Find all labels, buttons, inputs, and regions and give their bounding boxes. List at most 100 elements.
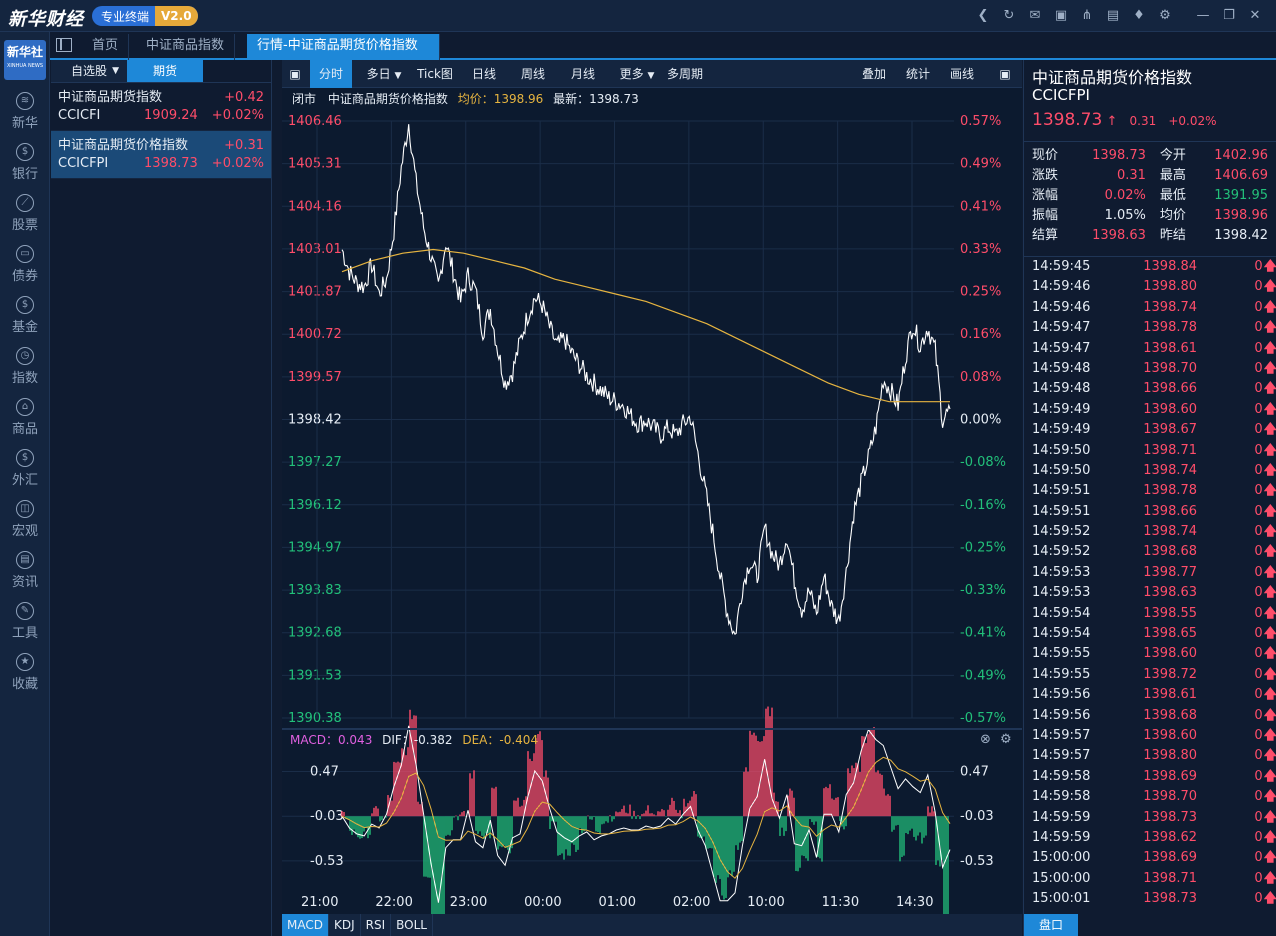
tab-rsi[interactable]: RSI — [361, 914, 392, 936]
time-tick-label: 00:00 — [524, 895, 561, 910]
tab-quote[interactable]: 行情-中证商品期货价格指数✕ — [247, 34, 440, 76]
tab-macd[interactable]: MACD — [282, 914, 329, 936]
btn-multiperiod[interactable]: 多周期 — [664, 60, 706, 88]
price-tick-label: 1399.57 — [288, 370, 342, 385]
up-arrow-icon: 🡅 — [1263, 870, 1276, 886]
refresh-icon[interactable]: ↻ — [998, 7, 1020, 25]
stat-label: 最高 — [1159, 168, 1186, 183]
nav-item-4[interactable]: $ 基金 — [0, 290, 50, 341]
tick-price: 1398.78 — [1143, 483, 1198, 499]
nav-item-11[interactable]: ★ 收藏 — [0, 647, 50, 698]
title-bar-icons: ❮ ↻ ✉ ▣ ⋔ ▤ ♦ ⚙ — ❐ ✕ — [972, 7, 1266, 25]
dropdown-icon[interactable]: ▼ — [112, 60, 119, 82]
tick-row: 14:59:51 1398.78 0 🡅 — [1024, 481, 1276, 501]
tick-time: 14:59:56 — [1032, 707, 1091, 723]
tick-list[interactable]: 14:59:45 1398.84 0 🡅 14:59:46 1398.80 0 🡅 14:59:… — [1024, 256, 1276, 910]
price-tick-label: 1391.53 — [288, 668, 342, 683]
tick-row: 14:59:59 1398.73 0 🡅 — [1024, 808, 1276, 828]
panel-left-icon[interactable]: ▣ — [286, 60, 304, 88]
pct-tick-label: 0.16% — [960, 327, 1001, 342]
gear-icon[interactable]: ⚙ — [1154, 7, 1176, 25]
nav-item-5[interactable]: ◷ 指数 — [0, 341, 50, 392]
btn-multiday[interactable]: 多日 ▼ — [358, 60, 410, 88]
tick-time: 14:59:47 — [1032, 340, 1091, 356]
nav-item-2[interactable]: ⟋ 股票 — [0, 188, 50, 239]
up-arrow-icon: 🡅 — [1263, 707, 1276, 723]
btn-more[interactable]: 更多 ▼ — [612, 60, 662, 88]
nav-item-3[interactable]: ▭ 债券 — [0, 239, 50, 290]
nav-item-0[interactable]: ≋ 新华 — [0, 86, 50, 137]
restore-icon[interactable]: ❐ — [1218, 7, 1240, 25]
nav-item-9[interactable]: ▤ 资讯 — [0, 545, 50, 596]
back-icon[interactable]: ❮ — [972, 7, 994, 25]
btn-weekly[interactable]: 周线 — [510, 60, 556, 88]
price-tick-label: 1390.38 — [288, 711, 342, 726]
tick-time: 14:59:53 — [1032, 585, 1091, 601]
nav-item-8[interactable]: ◫ 宏观 — [0, 494, 50, 545]
mail-icon[interactable]: ✉ — [1024, 7, 1046, 25]
btn-tick[interactable]: Tick图 — [414, 60, 456, 88]
nav-item-10[interactable]: ✎ 工具 — [0, 596, 50, 647]
btn-monthly[interactable]: 月线 — [560, 60, 606, 88]
nav-icon: ▤ — [16, 551, 34, 569]
item-pct: +0.02% — [211, 108, 264, 123]
watch-item[interactable]: 中证商品期货指数 +0.42 CCICFI 1909.24 +0.02% — [51, 83, 271, 131]
nav-item-7[interactable]: $ 外汇 — [0, 443, 50, 494]
stat-value: 1398.63 — [1092, 228, 1146, 243]
nav-item-1[interactable]: $ 银行 — [0, 137, 50, 188]
close-indicator-icon[interactable]: ⊗ — [980, 732, 991, 747]
btn-draw[interactable]: 画线 — [944, 60, 980, 88]
item-code: CCICFI — [58, 108, 101, 123]
up-arrow-icon: 🡅 — [1263, 768, 1276, 784]
price-line — [341, 124, 951, 636]
panel-right-icon[interactable]: ▣ — [994, 60, 1016, 88]
pankou-button[interactable]: 盘口 — [1024, 914, 1078, 936]
time-tick-label: 02:00 — [673, 895, 710, 910]
tick-volume: 0 — [1254, 891, 1263, 907]
btn-overlay[interactable]: 叠加 — [856, 60, 892, 88]
tick-price: 1398.78 — [1143, 320, 1198, 336]
btn-timeshare[interactable]: 分时 — [310, 60, 352, 88]
panel-toggle-icon[interactable] — [56, 38, 72, 52]
pct-tick-label: 0.33% — [960, 242, 1001, 257]
up-arrow-icon: ↑ — [1106, 114, 1118, 129]
item-price: 1909.24 — [144, 108, 198, 123]
gear-icon[interactable]: ⚙ — [1000, 732, 1012, 747]
nav-item-6[interactable]: ⌂ 商品 — [0, 392, 50, 443]
stat-label: 最低 — [1159, 188, 1186, 203]
time-tick-label: 21:00 — [301, 895, 338, 910]
shirt-icon[interactable]: ♦ — [1128, 7, 1150, 25]
price-tick-label: 1397.27 — [288, 455, 342, 470]
watch-item-selected[interactable]: 中证商品期货价格指数 +0.31 CCICFPI 1398.73 +0.02% — [51, 131, 271, 179]
stat-value: 1391.95 — [1214, 188, 1268, 203]
stat-value: 1402.96 — [1214, 148, 1268, 163]
share-icon[interactable]: ⋔ — [1076, 7, 1098, 25]
price-chart[interactable]: 1406.46 0.57% 1405.31 0.49% 1404.16 0.41% 1403… — [282, 88, 1022, 914]
price-tick-label: 1396.12 — [288, 498, 342, 513]
tick-price: 1398.55 — [1143, 605, 1198, 621]
tab-watchlist[interactable]: 自选股 ▼ — [51, 60, 127, 82]
note-icon[interactable]: ▤ — [1102, 7, 1124, 25]
tick-volume: 0 — [1254, 564, 1263, 580]
xinhua-logo: 新华社 XINHUA NEWS — [4, 40, 46, 80]
tick-price: 1398.65 — [1143, 626, 1198, 642]
close-icon[interactable]: ✕ — [1244, 7, 1266, 25]
tick-price: 1398.74 — [1143, 524, 1198, 540]
up-arrow-icon: 🡅 — [1263, 727, 1276, 743]
tab-bar: 首页 中证商品指数 行情-中证商品期货价格指数✕ — [50, 32, 1276, 76]
up-arrow-icon: 🡅 — [1263, 646, 1276, 662]
minimize-icon[interactable]: — — [1192, 7, 1214, 25]
macd-tick-label: 0.47 — [960, 765, 989, 780]
tab-boll[interactable]: BOLL — [391, 914, 433, 936]
nav-label: 收藏 — [11, 677, 38, 692]
nav-icon: ▭ — [16, 245, 34, 263]
tick-row: 14:59:57 1398.80 0 🡅 — [1024, 746, 1276, 766]
btn-stats[interactable]: 统计 — [900, 60, 936, 88]
price-tick-label: 1393.83 — [288, 583, 342, 598]
btn-daily[interactable]: 日线 — [462, 60, 506, 88]
tab-kdj[interactable]: KDJ — [329, 914, 361, 936]
tab-futures[interactable]: 期货 — [127, 60, 203, 82]
chat-icon[interactable]: ▣ — [1050, 7, 1072, 25]
tab-home[interactable]: 首页 — [82, 34, 130, 60]
tab-commodity-index[interactable]: 中证商品指数 — [136, 34, 236, 60]
